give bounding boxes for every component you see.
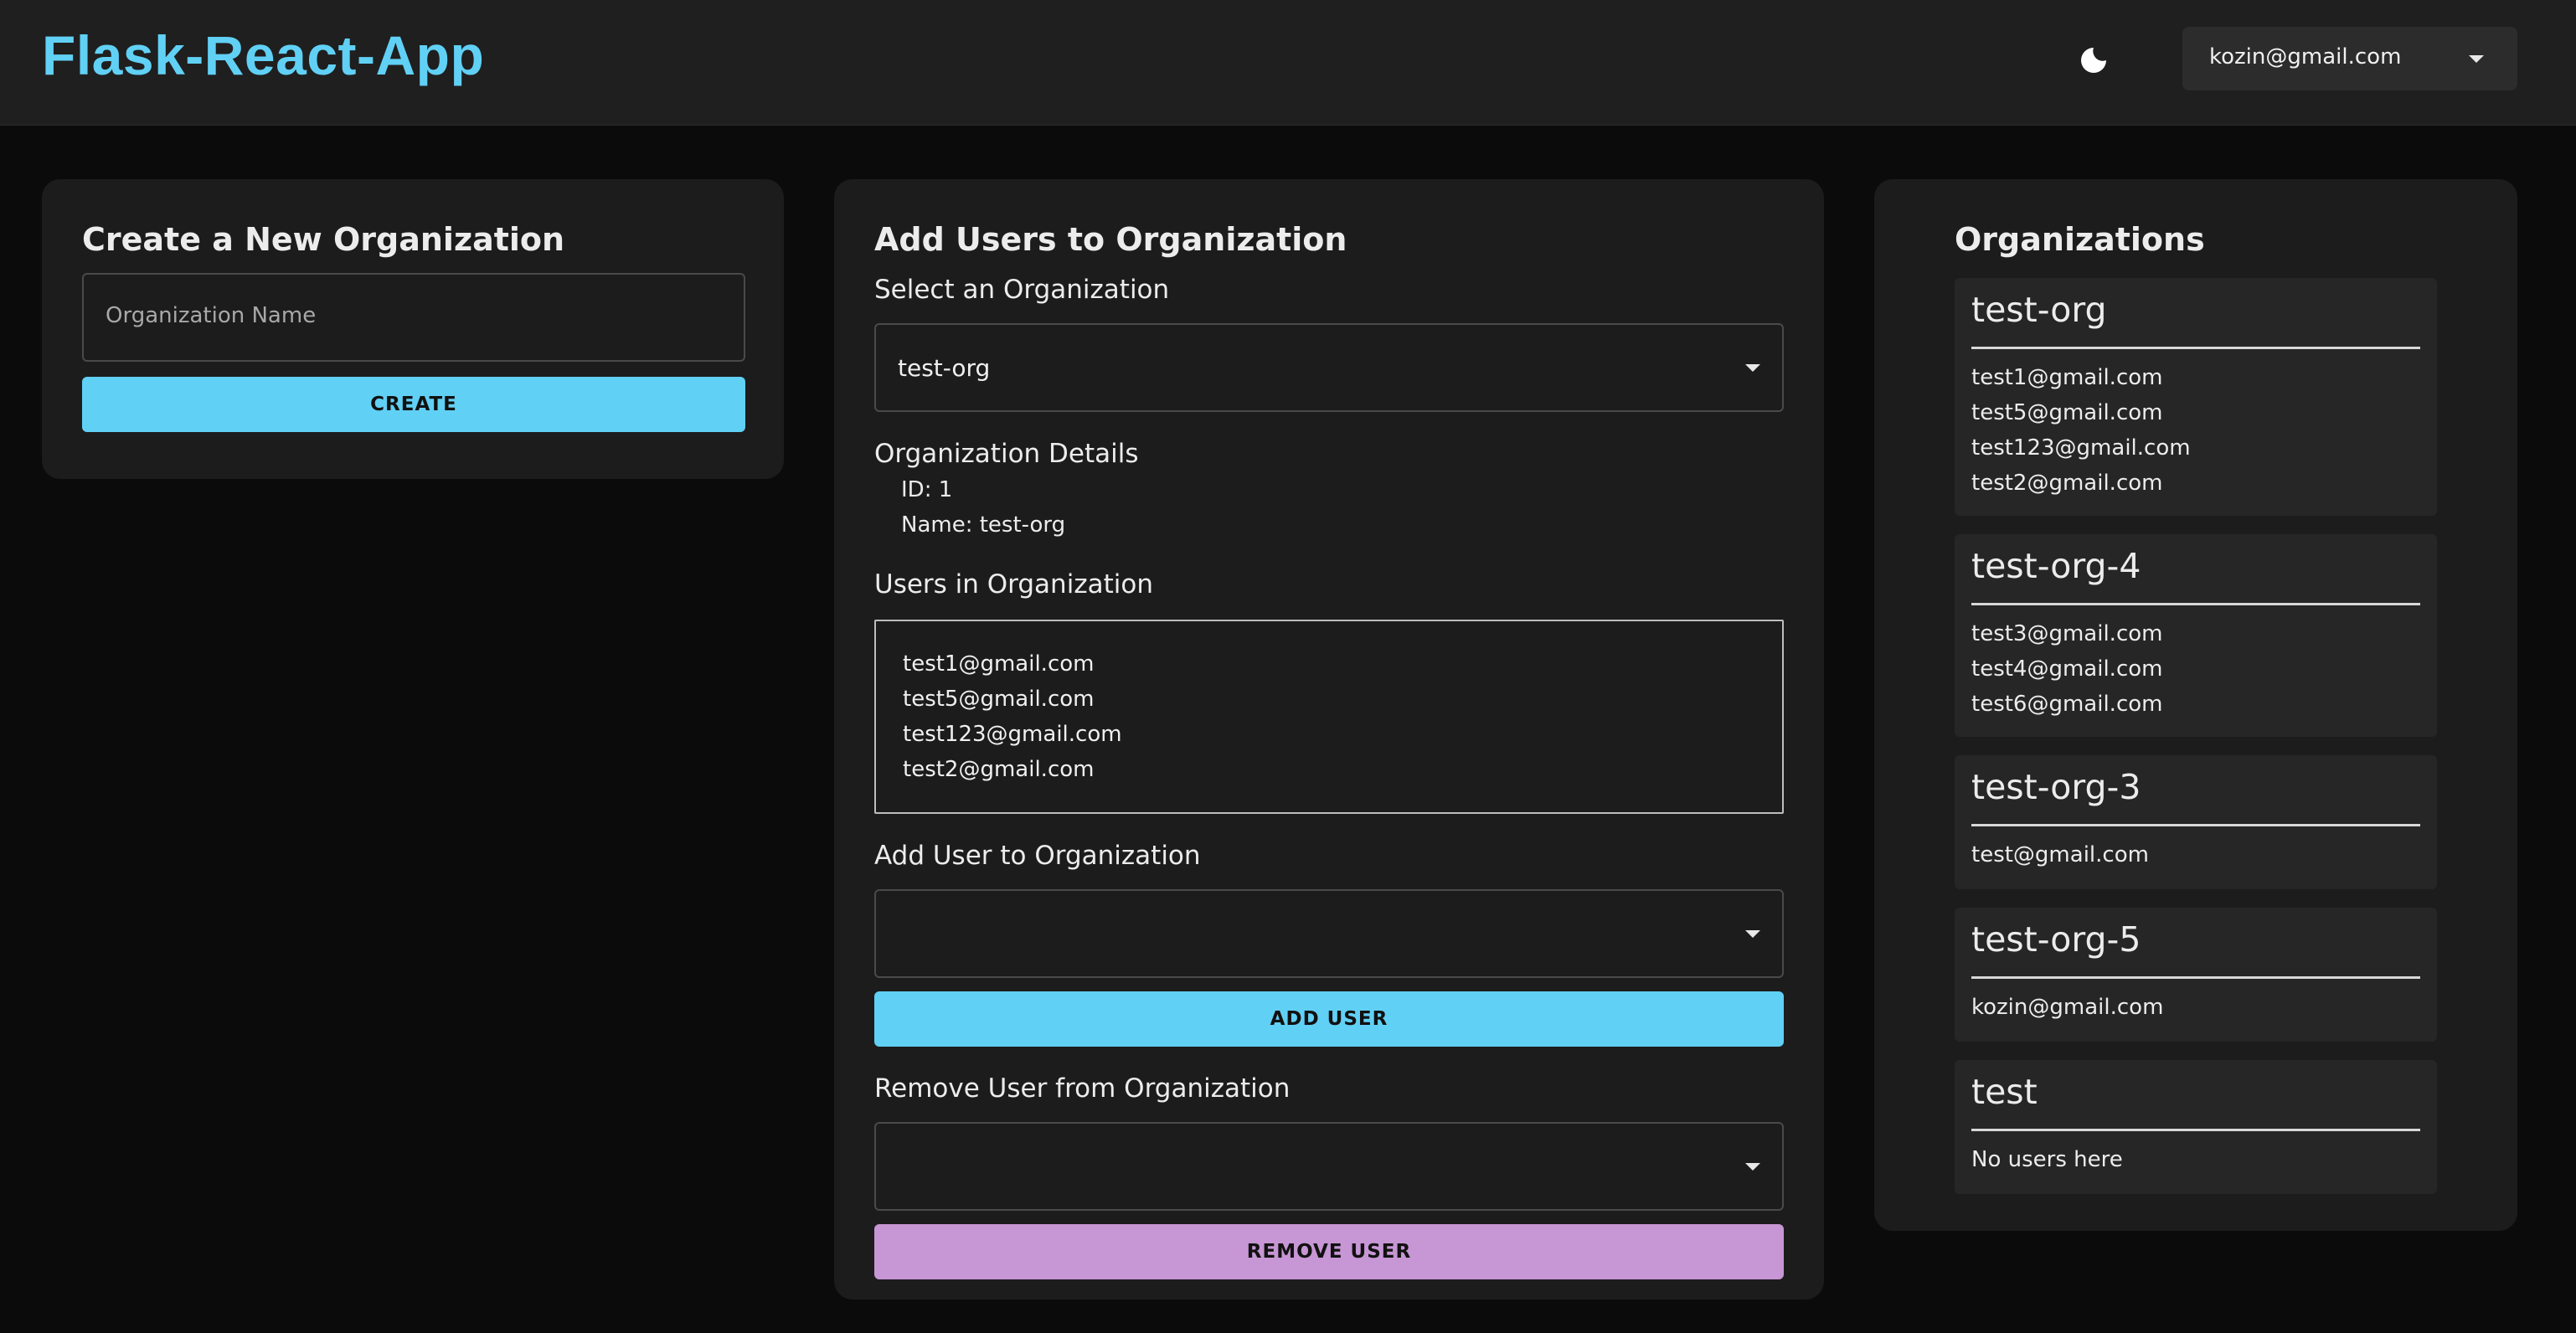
chevron-down-icon [2469,55,2484,63]
create-organization-card: Create a New Organization Organization N… [42,179,784,479]
add-users-title: Add Users to Organization [874,221,1347,258]
organization-card-test-org: test-org test1@gmail.com test5@gmail.com… [1955,278,2437,516]
organization-select[interactable]: test-org [874,323,1784,412]
organization-card-name: test-org [1971,290,2107,330]
app-title[interactable]: Flask-React-App [42,23,484,87]
chevron-down-icon [1745,1163,1760,1171]
divider [1971,603,2420,605]
add-user-button[interactable]: ADD USER [874,991,1784,1047]
organization-card-test-org-5: test-org-5 kozin@gmail.com [1955,908,2437,1042]
remove-user-button[interactable]: REMOVE USER [874,1224,1784,1279]
organization-name: Name: test-org [901,512,1066,538]
users-list: test1@gmail.com test5@gmail.com test123@… [874,620,1784,814]
organization-card-test-org-3: test-org-3 test@gmail.com [1955,755,2437,889]
theme-toggle-button[interactable] [2070,37,2117,84]
organization-card-user: test3@gmail.com [1971,621,2163,646]
account-dropdown[interactable]: kozin@gmail.com [2182,27,2517,90]
organization-card-user: test5@gmail.com [1971,400,2163,425]
selected-organization: test-org [898,354,991,382]
divider [1971,347,2420,349]
list-item: test5@gmail.com [903,687,1095,712]
list-item: test123@gmail.com [903,722,1122,747]
account-email: kozin@gmail.com [2209,44,2402,69]
add-user-select[interactable] [874,889,1784,978]
organization-card-test: test No users here [1955,1060,2437,1194]
create-button[interactable]: CREATE [82,377,745,432]
organization-card-empty-text: No users here [1971,1147,2123,1172]
chevron-down-icon [1745,930,1760,938]
remove-user-select[interactable] [874,1122,1784,1211]
select-organization-label: Select an Organization [874,275,1170,305]
create-organization-title: Create a New Organization [82,221,565,258]
divider [1971,824,2420,826]
divider [1971,976,2420,979]
organization-card-user: test6@gmail.com [1971,692,2163,717]
list-item: test1@gmail.com [903,651,1095,677]
organization-card-user: test1@gmail.com [1971,365,2163,390]
organization-card-user: test4@gmail.com [1971,656,2163,682]
organization-card-user: test@gmail.com [1971,842,2149,867]
organization-name-placeholder: Organization Name [106,303,317,328]
organization-card-name: test-org-5 [1971,919,2141,960]
organization-card-name: test-org-4 [1971,546,2141,586]
add-user-label: Add User to Organization [874,841,1201,871]
organization-id: ID: 1 [901,477,953,502]
add-users-card: Add Users to Organization Select an Orga… [834,179,1824,1300]
organization-card-name: test-org-3 [1971,767,2141,807]
organization-card-user: kozin@gmail.com [1971,995,2164,1020]
moon-icon [2081,48,2106,73]
organization-card-user: test123@gmail.com [1971,435,2191,461]
chevron-down-icon [1745,364,1760,372]
organization-card-name: test [1971,1072,2038,1112]
divider [1971,1129,2420,1131]
organization-card-test-org-4: test-org-4 test3@gmail.com test4@gmail.c… [1955,534,2437,737]
organizations-title: Organizations [1955,221,2205,258]
app-bar: Flask-React-App kozin@gmail.com [0,0,2576,126]
organization-card-user: test2@gmail.com [1971,471,2163,496]
organization-details-label: Organization Details [874,439,1139,469]
users-in-organization-label: Users in Organization [874,569,1153,600]
list-item: test2@gmail.com [903,757,1095,782]
remove-user-label: Remove User from Organization [874,1073,1291,1104]
organization-name-input[interactable]: Organization Name [82,273,745,362]
